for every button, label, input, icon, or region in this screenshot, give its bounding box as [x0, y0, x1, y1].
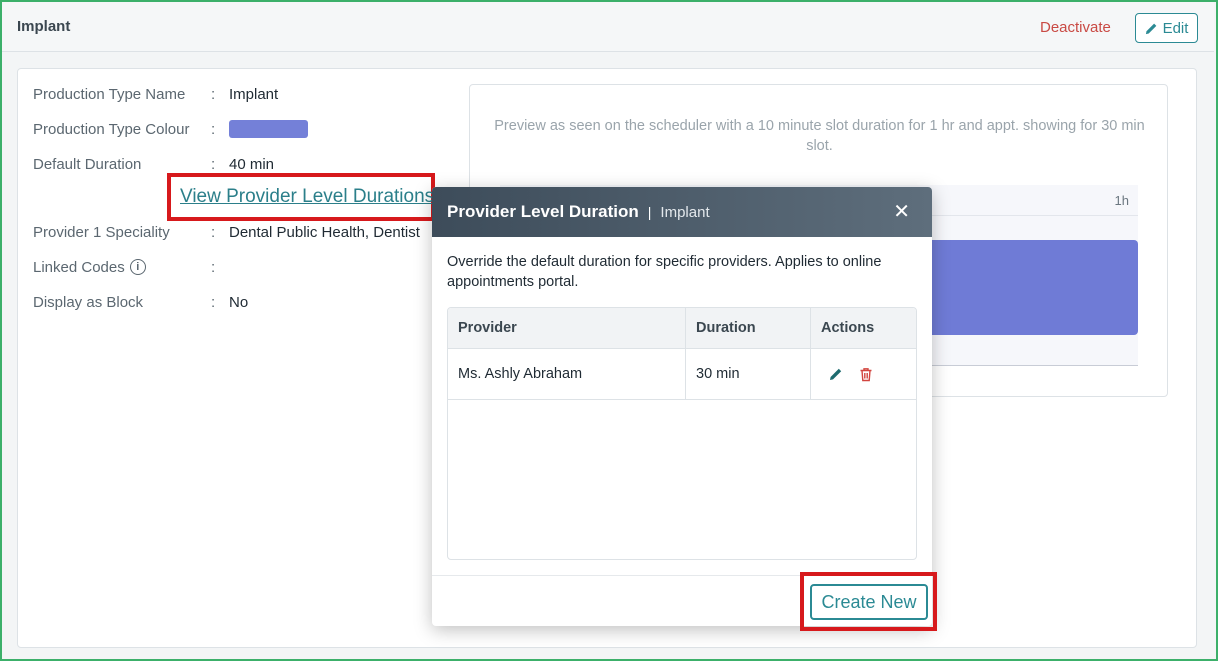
highlight-box-create-new — [800, 572, 937, 631]
table-header: Provider Duration Actions — [448, 308, 916, 349]
detail-value: Dental Public Health, Dentist — [229, 223, 420, 241]
table-row: Ms. Ashly Abraham 30 min — [448, 349, 916, 400]
detail-row-speciality: Provider 1 Speciality : Dental Public He… — [33, 222, 420, 242]
deactivate-button[interactable]: Deactivate — [1040, 19, 1111, 36]
edit-button[interactable]: Edit — [1135, 13, 1198, 43]
modal-header: Provider Level Duration | Implant ✕ — [432, 187, 932, 237]
detail-row-duration: Default Duration : 40 min — [33, 154, 274, 174]
page-title: Implant — [17, 18, 71, 35]
detail-row-display-block: Display as Block : No — [33, 292, 248, 312]
modal-subtitle: Implant — [660, 203, 710, 221]
view-provider-durations-link[interactable]: View Provider Level Durations — [180, 186, 434, 208]
pencil-icon — [1145, 23, 1156, 34]
provider-cell: Ms. Ashly Abraham — [448, 349, 686, 399]
preview-description: Preview as seen on the scheduler with a … — [494, 118, 1145, 154]
trash-icon[interactable] — [859, 367, 873, 382]
detail-label: Production Type Colour — [33, 120, 190, 138]
column-header-duration: Duration — [686, 308, 811, 348]
column-header-actions: Actions — [821, 320, 875, 336]
detail-row-colour: Production Type Colour : — [33, 119, 308, 139]
pencil-icon[interactable] — [829, 367, 843, 381]
colour-swatch — [229, 120, 308, 138]
detail-row-name: Production Type Name : Implant — [33, 84, 278, 104]
detail-value: Implant — [229, 85, 279, 103]
provider-duration-table: Provider Duration Actions Ms. Ashly Abra… — [447, 307, 917, 560]
edit-button-label: Edit — [1162, 19, 1189, 37]
detail-colon: : — [211, 120, 216, 138]
page-header: Implant Deactivate Edit — [2, 2, 1214, 52]
modal-description: Override the default duration for specif… — [447, 254, 882, 290]
detail-colon: : — [211, 155, 216, 173]
title-separator: | — [647, 204, 652, 220]
detail-label: Production Type Name — [33, 85, 186, 103]
info-icon[interactable]: i — [129, 259, 146, 275]
modal-title: Provider Level Duration — [447, 202, 639, 221]
detail-colon: : — [211, 258, 216, 276]
detail-value: 40 min — [229, 155, 275, 173]
detail-label: Default Duration — [33, 155, 142, 173]
detail-label: Linked Codes — [33, 258, 125, 276]
detail-label: Provider 1 Speciality — [33, 223, 170, 241]
detail-label: Display as Block — [33, 293, 144, 311]
duration-cell: 30 min — [686, 349, 811, 399]
detail-label-linked-codes: Linked Codes i — [33, 259, 211, 276]
hour-label: 1h — [1114, 193, 1129, 208]
appointment-block — [930, 240, 1138, 335]
actions-cell — [811, 349, 916, 399]
close-icon[interactable]: ✕ — [893, 202, 910, 222]
detail-value: No — [229, 293, 249, 311]
detail-colon: : — [211, 223, 216, 241]
column-header-provider: Provider — [448, 308, 686, 348]
provider-duration-modal: Provider Level Duration | Implant ✕ Over… — [432, 187, 932, 626]
detail-colon: : — [211, 293, 216, 311]
detail-row-linked-codes: Linked Codes i : — [33, 257, 229, 277]
detail-colon: : — [211, 85, 216, 103]
